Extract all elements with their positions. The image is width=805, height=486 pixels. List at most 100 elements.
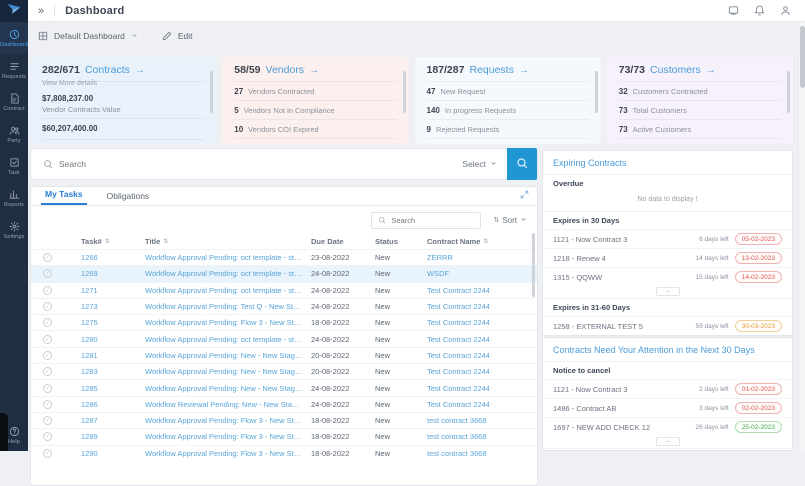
contract-list-item[interactable]: 1315 - QQWW 15 days left 14-02-2023 — [543, 267, 792, 286]
edit-dashboard-button[interactable]: Edit — [178, 31, 193, 41]
card-title-link[interactable]: Vendors — [266, 64, 305, 76]
table-row[interactable]: ✓ 1285 Workflow Approval Pending: New - … — [31, 379, 537, 395]
complete-task-icon[interactable]: ✓ — [43, 383, 52, 393]
sidebar-item-dashboard[interactable]: Dashboard — [0, 22, 28, 54]
card-title-link[interactable]: Customers — [650, 64, 701, 76]
table-row[interactable]: ✓ 1289 Workflow Approval Pending: Flow 3… — [31, 428, 537, 444]
contract-list-item[interactable]: 1121 - Now Contract 3 6 days left 05-02-… — [543, 229, 792, 248]
sidebar-item-contract[interactable]: Contract — [0, 86, 28, 118]
tab-my-tasks[interactable]: My Tasks — [41, 189, 87, 205]
contract-label[interactable]: 1121 - Now Contract 3 — [553, 385, 699, 394]
contract-list-item[interactable]: 1121 - Now Contract 3 2 days left 01-02-… — [543, 379, 792, 398]
contract-label[interactable]: 1218 - Renew 4 — [553, 254, 696, 263]
task-number-link[interactable]: 1283 — [81, 367, 137, 376]
contract-name-link[interactable]: Test Contract 2244 — [427, 335, 525, 344]
contract-name-link[interactable]: test contract 3668 — [427, 432, 525, 441]
complete-task-icon[interactable]: ✓ — [43, 285, 52, 295]
table-row[interactable]: ✓ 1271 Workflow Approval Pending: oct te… — [31, 281, 537, 298]
contract-list-item[interactable]: 1258 - EXTERNAL TEST 5 59 days left 30-0… — [543, 316, 792, 335]
contract-list-item[interactable]: 1697 - NEW ADD CHECK 12 26 days left 25-… — [543, 417, 792, 436]
complete-task-icon[interactable]: ✓ — [43, 432, 52, 442]
card-title-link[interactable]: Contracts — [85, 64, 130, 76]
sidebar-item-reports[interactable]: Reports — [0, 182, 28, 214]
task-title-link[interactable]: Workflow Approval Pending: oct template … — [145, 253, 303, 262]
table-row[interactable]: ✓ 1269 Workflow Approval Pending: oct te… — [31, 265, 537, 282]
complete-task-icon[interactable]: ✓ — [43, 367, 52, 377]
expand-icon[interactable] — [520, 190, 529, 199]
table-search-input[interactable] — [391, 215, 472, 225]
sidebar-item-settings[interactable]: Settings — [0, 214, 28, 246]
table-scrollbar[interactable] — [532, 233, 535, 297]
arrow-right-icon[interactable]: → — [519, 65, 529, 76]
app-logo[interactable] — [0, 0, 28, 22]
complete-task-icon[interactable]: ✓ — [43, 416, 52, 426]
apps-grid-icon[interactable] — [728, 5, 739, 16]
arrow-right-icon[interactable]: → — [135, 65, 145, 76]
table-row[interactable]: ✓ 1266 Workflow Approval Pending: oct te… — [31, 249, 537, 265]
page-scrollbar-thumb[interactable] — [800, 26, 805, 88]
contract-label[interactable]: 1486 - Contract AB — [553, 404, 699, 413]
column-header-contract-name[interactable]: Contract Name ⇅ — [427, 237, 525, 246]
contract-name-link[interactable]: ZERRR — [427, 253, 525, 262]
task-title-link[interactable]: Workflow Reviewal Pending: New - New Sta… — [145, 400, 303, 409]
table-row[interactable]: ✓ 1287 Workflow Approval Pending: Flow 3… — [31, 411, 537, 428]
task-number-link[interactable]: 1275 — [81, 318, 137, 327]
contract-name-link[interactable]: Test Contract 2244 — [427, 351, 525, 360]
sidebar-collapse-button[interactable]: » — [38, 5, 44, 17]
table-row[interactable]: ✓ 1273 Workflow Approval Pending: Test Q… — [31, 297, 537, 314]
task-title-link[interactable]: Workflow Approval Pending: oct template … — [145, 335, 303, 344]
card-scrollbar[interactable] — [402, 71, 406, 113]
sidebar-item-party[interactable]: Party — [0, 118, 28, 150]
contract-label[interactable]: 1697 - NEW ADD CHECK 12 — [553, 423, 696, 432]
card-scrollbar[interactable] — [787, 71, 790, 113]
tab-obligations[interactable]: Obligations — [103, 191, 154, 205]
contract-name-link[interactable]: WSDF — [427, 269, 525, 278]
card-title-link[interactable]: Requests — [469, 64, 513, 76]
table-row[interactable]: ✓ 1290 Workflow Approval Pending: Flow 3… — [31, 444, 537, 461]
search-select-dropdown[interactable]: Select — [462, 159, 497, 169]
contract-name-link[interactable]: Test Contract 2244 — [427, 286, 525, 295]
search-input[interactable] — [59, 159, 463, 169]
table-row[interactable]: ✓ 1275 Workflow Approval Pending: Flow 3… — [31, 314, 537, 330]
contract-name-link[interactable]: Test Contract 2244 — [427, 302, 525, 311]
task-number-link[interactable]: 1266 — [81, 253, 137, 262]
column-header-title[interactable]: Title ⇅ — [145, 237, 303, 246]
task-number-link[interactable]: 1271 — [81, 286, 137, 295]
table-row[interactable]: ✓ 1286 Workflow Reviewal Pending: New - … — [31, 395, 537, 412]
show-more-button[interactable]: ⌄ — [655, 287, 680, 296]
table-row[interactable]: ✓ 1283 Workflow Approval Pending: New - … — [31, 363, 537, 379]
task-title-link[interactable]: Workflow Approval Pending: New - New Sta… — [145, 384, 303, 393]
task-number-link[interactable]: 1290 — [81, 449, 137, 458]
section-header[interactable]: Notice to cancel — [543, 361, 792, 379]
section-header[interactable]: Expires in 30 Days — [543, 211, 792, 229]
task-number-link[interactable]: 1287 — [81, 416, 137, 425]
task-title-link[interactable]: Workflow Approval Pending: Flow 3 - New … — [145, 449, 303, 458]
task-title-link[interactable]: Workflow Approval Pending: oct template … — [145, 269, 303, 278]
contract-label[interactable]: 1315 - QQWW — [553, 273, 696, 282]
complete-task-icon[interactable]: ✓ — [43, 399, 52, 409]
card-scrollbar[interactable] — [594, 71, 598, 113]
column-header-task-[interactable]: Task# ⇅ — [81, 237, 137, 246]
sidebar-item-task[interactable]: Task — [0, 150, 28, 182]
dashboard-selector[interactable]: Default Dashboard — [54, 31, 125, 41]
contract-list-item[interactable]: 1486 - Contract AB 3 days left 02-02-202… — [543, 398, 792, 417]
sidebar-item-requests[interactable]: Requests — [0, 54, 28, 86]
task-number-link[interactable]: 1281 — [81, 351, 137, 360]
task-title-link[interactable]: Workflow Approval Pending: New - New Sta… — [145, 367, 303, 376]
task-number-link[interactable]: 1280 — [81, 335, 137, 344]
card-scrollbar[interactable] — [210, 71, 214, 113]
contract-name-link[interactable]: Test Contract 2244 — [427, 367, 525, 376]
task-title-link[interactable]: Workflow Approval Pending: New - New Sta… — [145, 351, 303, 360]
search-button[interactable] — [507, 148, 537, 180]
task-number-link[interactable]: 1273 — [81, 302, 137, 311]
contract-name-link[interactable]: test contract 3668 — [427, 416, 525, 425]
show-more-button[interactable]: ⌄ — [655, 437, 680, 446]
task-number-link[interactable]: 1289 — [81, 432, 137, 441]
complete-task-icon[interactable]: ✓ — [43, 350, 52, 360]
task-number-link[interactable]: 1285 — [81, 384, 137, 393]
table-row[interactable]: ✓ 1280 Workflow Approval Pending: oct te… — [31, 330, 537, 346]
arrow-right-icon[interactable]: → — [706, 65, 716, 76]
contract-list-item[interactable]: 1218 - Renew 4 14 days left 13-02-2023 — [543, 248, 792, 267]
complete-task-icon[interactable]: ✓ — [43, 302, 52, 312]
card-subtitle[interactable]: View More details — [42, 80, 204, 89]
